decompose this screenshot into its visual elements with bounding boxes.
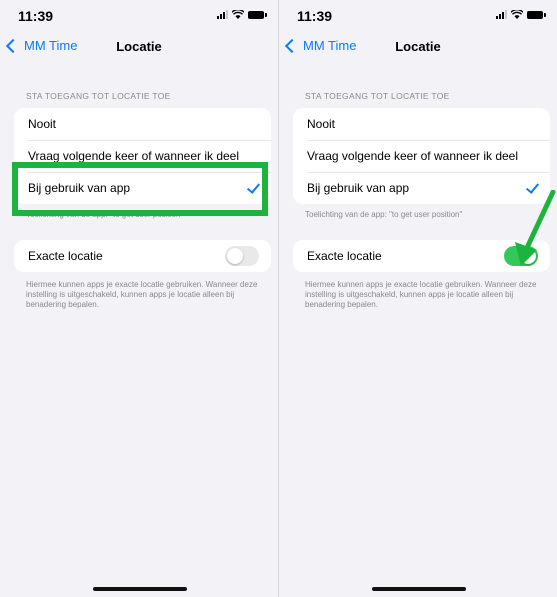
nav-bar: MM Time Locatie [0,30,278,64]
option-label: Vraag volgende keer of wanneer ik deel [307,149,519,163]
precise-location-label: Exacte locatie [28,249,103,263]
toggle-knob [227,248,243,264]
battery-icon [527,11,546,19]
wifi-icon [232,10,244,19]
home-indicator [372,587,466,591]
precise-location-toggle[interactable] [225,246,259,266]
wifi-icon [511,10,523,19]
nav-bar: MM Time Locatie [279,30,557,64]
option-never[interactable]: Nooit [293,108,550,140]
option-never[interactable]: Nooit [14,108,271,140]
precise-location-note: Hiermee kunnen apps je exacte locatie ge… [305,280,537,309]
signal-icon [217,10,228,19]
option-ask-next-time[interactable]: Vraag volgende keer of wanneer ik deel [293,140,550,172]
app-explanation: Toelichting van de app: "to get user pos… [305,210,463,219]
page-title: Locatie [116,39,162,54]
annotation-arrow-icon [515,190,556,266]
page-title: Locatie [395,39,441,54]
precise-location-row: Exacte locatie [14,240,271,272]
signal-icon [496,10,507,19]
status-time: 11:39 [18,8,54,24]
section-header: STA TOEGANG TOT LOCATIE TOE [26,91,171,101]
home-indicator [93,587,187,591]
phone-screen-right: 11:39 MM Time Locatie STA TOEGANG TOT LO… [279,0,557,597]
precise-location-note: Hiermee kunnen apps je exacte locatie ge… [26,280,258,309]
annotation-highlight-box [12,162,268,216]
precise-location-label: Exacte locatie [307,249,382,263]
battery-icon [248,11,267,19]
option-label: Vraag volgende keer of wanneer ik deel [28,149,240,163]
option-label: Nooit [28,117,57,131]
precise-location-group: Exacte locatie [14,240,271,272]
option-label: Bij gebruik van app [307,181,410,195]
status-time: 11:39 [297,8,333,24]
status-icons [217,10,267,19]
status-icons [496,10,546,19]
status-bar: 11:39 [0,0,278,30]
phone-screen-left: 11:39 MM Time Locatie STA TOEGANG TOT LO… [0,0,278,597]
status-bar: 11:39 [279,0,557,30]
option-label: Nooit [307,117,336,131]
section-header: STA TOEGANG TOT LOCATIE TOE [305,91,450,101]
